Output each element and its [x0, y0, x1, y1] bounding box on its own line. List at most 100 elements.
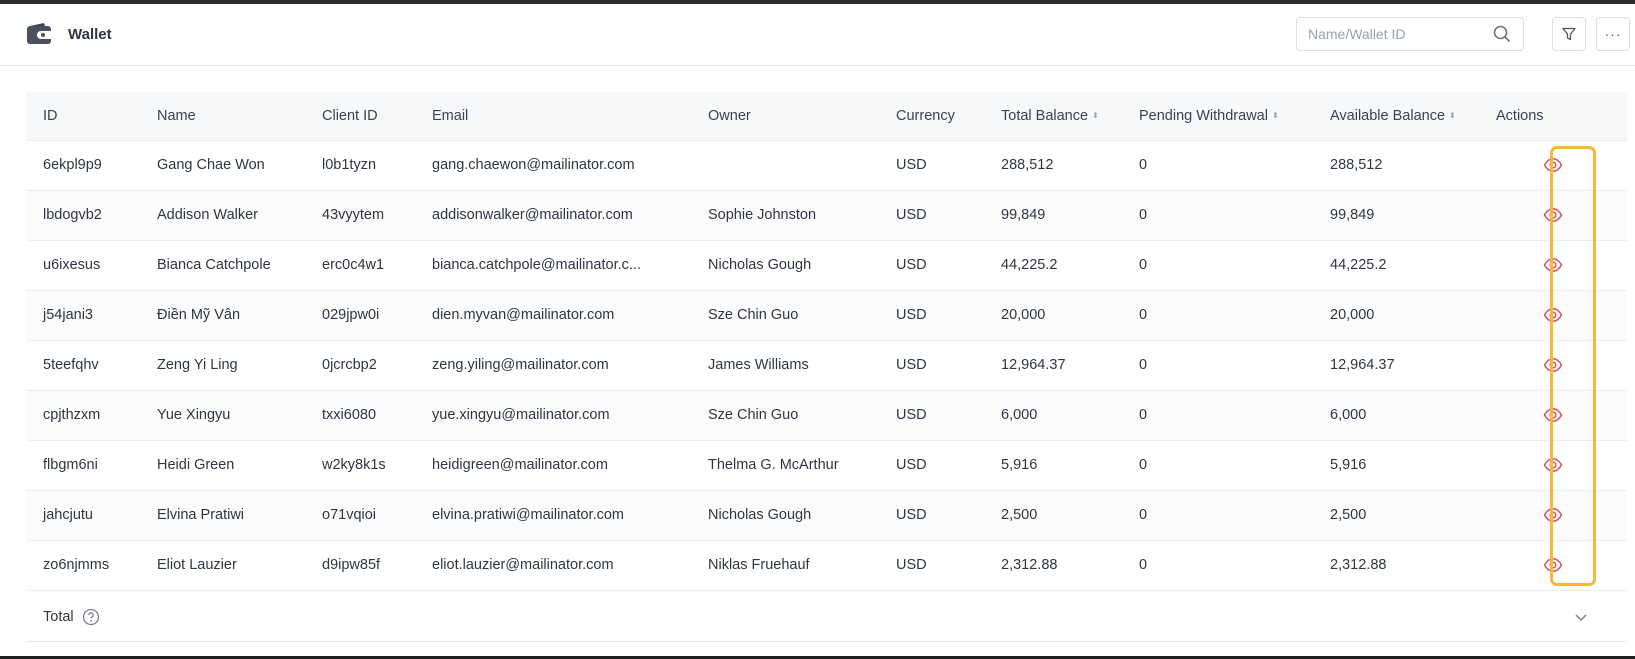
cell-total-balance: 288,512 [984, 140, 1122, 191]
cell-actions [1479, 440, 1627, 491]
table-row[interactable]: 5teefqhv Zeng Yi Ling 0jcrcbp2 zeng.yiling@… [26, 340, 1627, 391]
cell-client-id: l0b1tyzn [305, 140, 415, 191]
cell-name: Heidi Green [140, 440, 305, 491]
table-body: 6ekpl9p9 Gang Chae Won l0b1tyzn gang.chaewo… [26, 140, 1627, 591]
cell-name: Addison Walker [140, 190, 305, 241]
cell-client-id: 43vyytem [305, 190, 415, 241]
total-label: Total [43, 608, 74, 625]
cell-actions [1479, 490, 1627, 541]
search-box[interactable] [1296, 17, 1524, 51]
column-header-name: Name [140, 92, 305, 141]
cell-currency: USD [879, 390, 984, 441]
search-icon[interactable] [1493, 25, 1511, 43]
cell-client-id: w2ky8k1s [305, 440, 415, 491]
eye-icon[interactable] [1543, 555, 1563, 575]
help-icon[interactable] [82, 608, 100, 626]
table-row[interactable]: lbdogvb2 Addison Walker 43vyytem addisonwal… [26, 190, 1627, 241]
cell-owner: Sze Chin Guo [691, 390, 879, 441]
cell-available-balance: 2,500 [1313, 490, 1479, 541]
cell-actions [1479, 340, 1627, 391]
cell-name: Yue Xingyu [140, 390, 305, 441]
eye-icon[interactable] [1543, 355, 1563, 375]
cell-id: lbdogvb2 [26, 190, 140, 241]
cell-id: u6ixesus [26, 240, 140, 291]
cell-total-balance: 2,312.88 [984, 540, 1122, 591]
cell-email: bianca.catchpole@mailinator.c... [415, 240, 691, 291]
cell-name: Eliot Lauzier [140, 540, 305, 591]
cell-client-id: d9ipw85f [305, 540, 415, 591]
cell-available-balance: 288,512 [1313, 140, 1479, 191]
table-row[interactable]: 6ekpl9p9 Gang Chae Won l0b1tyzn gang.chaewo… [26, 140, 1627, 191]
column-header-owner: Owner [691, 92, 879, 141]
search-input[interactable] [1308, 18, 1498, 50]
cell-owner: Niklas Fruehauf [691, 540, 879, 591]
table-row[interactable]: flbgm6ni Heidi Green w2ky8k1s heidigreen@ma… [26, 440, 1627, 491]
cell-currency: USD [879, 540, 984, 591]
cell-total-balance: 2,500 [984, 490, 1122, 541]
eye-icon[interactable] [1543, 305, 1563, 325]
cell-email: addisonwalker@mailinator.com [415, 190, 691, 241]
cell-email: heidigreen@mailinator.com [415, 440, 691, 491]
cell-available-balance: 5,916 [1313, 440, 1479, 491]
table-row[interactable]: j54jani3 Điền Mỹ Vân 029jpw0i dien.myvan@ma… [26, 290, 1627, 341]
cell-available-balance: 20,000 [1313, 290, 1479, 341]
more-button[interactable]: ··· [1596, 17, 1630, 51]
cell-pending-withdrawal: 0 [1122, 190, 1313, 241]
eye-icon[interactable] [1543, 205, 1563, 225]
sort-icon[interactable]: ⬍ [1272, 111, 1279, 119]
cell-total-balance: 20,000 [984, 290, 1122, 341]
table-row[interactable]: zo6njmms Eliot Lauzier d9ipw85f eliot.lauzi… [26, 540, 1627, 591]
cell-client-id: 0jcrcbp2 [305, 340, 415, 391]
cell-actions [1479, 290, 1627, 341]
sort-icon[interactable]: ⬍ [1449, 111, 1456, 119]
column-header-available-balance[interactable]: Available Balance ⬍ [1313, 92, 1479, 141]
filter-button[interactable] [1552, 17, 1586, 51]
column-header-client-id: Client ID [305, 92, 415, 141]
cell-currency: USD [879, 490, 984, 541]
wallet-table: ID Name Client ID Email Owner Currency T… [26, 92, 1627, 591]
cell-owner [691, 140, 879, 191]
eye-icon[interactable] [1543, 255, 1563, 275]
column-label: Total Balance [1001, 107, 1089, 124]
column-header-pending-withdrawal[interactable]: Pending Withdrawal ⬍ [1122, 92, 1313, 141]
cell-actions [1479, 390, 1627, 441]
cell-currency: USD [879, 190, 984, 241]
eye-icon[interactable] [1543, 505, 1563, 525]
cell-total-balance: 5,916 [984, 440, 1122, 491]
cell-id: cpjthzxm [26, 390, 140, 441]
cell-email: eliot.lauzier@mailinator.com [415, 540, 691, 591]
column-label: Available Balance [1330, 107, 1446, 124]
page-header: Wallet ··· [0, 4, 1635, 66]
cell-currency: USD [879, 440, 984, 491]
cell-id: 5teefqhv [26, 340, 140, 391]
chevron-down-icon[interactable] [1573, 609, 1589, 625]
column-header-currency: Currency [879, 92, 984, 141]
cell-pending-withdrawal: 0 [1122, 290, 1313, 341]
eye-icon[interactable] [1543, 155, 1563, 175]
wallet-page: Wallet ··· ID Name Client I [0, 4, 1635, 656]
table-row[interactable]: jahcjutu Elvina Pratiwi o71vqioi elvina.pra… [26, 490, 1627, 541]
sort-icon[interactable]: ⬍ [1092, 111, 1099, 119]
cell-email: zeng.yiling@mailinator.com [415, 340, 691, 391]
cell-name: Gang Chae Won [140, 140, 305, 191]
cell-currency: USD [879, 140, 984, 191]
column-header-email: Email [415, 92, 691, 141]
cell-client-id: txxi6080 [305, 390, 415, 441]
table-row[interactable]: cpjthzxm Yue Xingyu txxi6080 yue.xingyu@mai… [26, 390, 1627, 441]
cell-owner: Nicholas Gough [691, 490, 879, 541]
total-row[interactable]: Total [26, 592, 1627, 642]
eye-icon[interactable] [1543, 455, 1563, 475]
cell-id: zo6njmms [26, 540, 140, 591]
cell-name: Elvina Pratiwi [140, 490, 305, 541]
eye-icon[interactable] [1543, 405, 1563, 425]
cell-name: Zeng Yi Ling [140, 340, 305, 391]
cell-client-id: o71vqioi [305, 490, 415, 541]
cell-available-balance: 12,964.37 [1313, 340, 1479, 391]
cell-actions [1479, 190, 1627, 241]
column-header-total-balance[interactable]: Total Balance ⬍ [984, 92, 1122, 141]
table-row[interactable]: u6ixesus Bianca Catchpole erc0c4w1 bianca.c… [26, 240, 1627, 291]
cell-name: Bianca Catchpole [140, 240, 305, 291]
cell-available-balance: 2,312.88 [1313, 540, 1479, 591]
cell-email: gang.chaewon@mailinator.com [415, 140, 691, 191]
cell-email: elvina.pratiwi@mailinator.com [415, 490, 691, 541]
